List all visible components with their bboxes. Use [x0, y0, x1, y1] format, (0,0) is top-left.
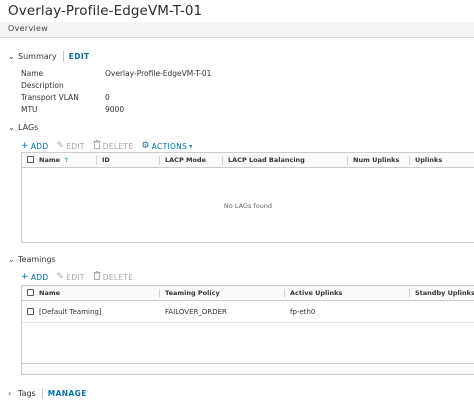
chevron-right-icon[interactable]: › — [8, 389, 18, 398]
sort-up-icon[interactable]: ↑ — [64, 157, 69, 164]
cell-active-uplinks: fp-eth0 — [290, 308, 316, 316]
select-all-checkbox[interactable] — [27, 156, 34, 163]
column-separator[interactable] — [347, 156, 348, 165]
add-label: ADD — [30, 141, 49, 151]
column-separator[interactable] — [409, 289, 410, 298]
field-value: Overlay-Profile-EdgeVM-T-01 — [105, 69, 212, 78]
grid-header: Name ↑ ID LACP Mode LACP Load Balancing N… — [22, 153, 474, 168]
column-header-teaming-policy[interactable]: Teaming Policy — [165, 286, 220, 301]
lags-actions-button[interactable]: ⚙ ACTIONS ▾ — [141, 140, 193, 151]
trash-icon — [93, 140, 101, 152]
field-value: 9000 — [105, 105, 125, 114]
empty-state: No LAGs found — [223, 202, 273, 210]
pencil-icon: ✎ — [56, 271, 65, 282]
column-header-active-uplinks[interactable]: Active Uplinks — [290, 286, 342, 301]
delete-label: DELETE — [102, 272, 134, 282]
teamings-title: Teamings — [18, 254, 56, 264]
edit-label: EDIT — [66, 141, 85, 151]
tab-overview[interactable]: Overview — [8, 24, 48, 33]
column-header-id[interactable]: ID — [102, 153, 110, 168]
tab-bar: Overview — [0, 22, 474, 38]
teamings-section-header: ⌄ Teamings — [8, 252, 56, 266]
cell-name: [Default Teaming] — [39, 308, 102, 316]
chevron-down-icon[interactable]: ⌄ — [8, 255, 18, 264]
table-row[interactable]: [Default Teaming] FAILOVER_ORDER fp-eth0 — [22, 301, 474, 323]
field-value: 0 — [105, 93, 110, 102]
grid-footer — [22, 363, 474, 374]
divider — [62, 50, 64, 62]
grid-header: Name Teaming Policy Active Uplinks Stand… — [22, 286, 474, 301]
field-label: Transport VLAN — [21, 93, 79, 102]
teamings-toolbar: + ADD ✎ EDIT DELETE — [21, 271, 133, 283]
tags-manage-button[interactable]: MANAGE — [48, 389, 87, 398]
lags-edit-button[interactable]: ✎ EDIT — [56, 140, 85, 151]
summary-title: Summary — [18, 51, 57, 61]
summary-edit-button[interactable]: EDIT — [69, 52, 90, 61]
plus-icon: + — [21, 271, 29, 282]
column-separator[interactable] — [409, 156, 410, 165]
lags-section-header: ⌄ LAGs — [8, 120, 38, 134]
add-label: ADD — [30, 272, 49, 282]
teamings-grid: Name Teaming Policy Active Uplinks Stand… — [21, 285, 474, 375]
gear-icon: ⚙ — [141, 140, 150, 151]
caret-down-icon: ▾ — [189, 142, 193, 150]
column-header-lacp-mode[interactable]: LACP Mode — [165, 153, 206, 168]
trash-icon — [93, 271, 101, 283]
delete-label: DELETE — [102, 141, 134, 151]
column-separator[interactable] — [284, 289, 285, 298]
divider — [41, 387, 43, 399]
lags-delete-button[interactable]: DELETE — [93, 140, 134, 152]
column-separator[interactable] — [159, 156, 160, 165]
plus-icon: + — [21, 140, 29, 151]
pencil-icon: ✎ — [56, 140, 65, 151]
lags-add-button[interactable]: + ADD — [21, 140, 49, 151]
field-label: Name — [21, 69, 44, 78]
teamings-delete-button[interactable]: DELETE — [93, 271, 134, 283]
column-separator[interactable] — [159, 289, 160, 298]
summary-section-header: ⌄ Summary EDIT — [8, 49, 90, 63]
chevron-down-icon[interactable]: ⌄ — [8, 52, 18, 61]
page-title: Overlay-Profile-EdgeVM-T-01 — [8, 3, 203, 19]
column-header-name[interactable]: Name ↑ — [39, 153, 69, 168]
edit-label: EDIT — [66, 272, 85, 282]
field-mtu: MTU 9000 — [21, 105, 124, 114]
select-all-checkbox[interactable] — [27, 289, 34, 296]
column-separator[interactable] — [96, 156, 97, 165]
column-header-lacp-load-balancing[interactable]: LACP Load Balancing — [228, 153, 305, 168]
lags-grid: Name ↑ ID LACP Mode LACP Load Balancing N… — [21, 152, 474, 243]
teamings-edit-button[interactable]: ✎ EDIT — [56, 271, 85, 282]
chevron-down-icon[interactable]: ⌄ — [8, 123, 18, 132]
field-label: MTU — [21, 105, 38, 114]
field-description: Description — [21, 81, 64, 90]
column-header-standby-uplinks[interactable]: Standby Uplinks — [415, 286, 474, 301]
teamings-add-button[interactable]: + ADD — [21, 271, 49, 282]
cell-teaming-policy: FAILOVER_ORDER — [165, 308, 227, 316]
field-label: Description — [21, 81, 64, 90]
lags-title: LAGs — [18, 122, 39, 132]
column-separator[interactable] — [222, 156, 223, 165]
actions-label: ACTIONS — [151, 141, 188, 151]
column-header-uplinks[interactable]: Uplinks — [415, 153, 442, 168]
column-header-name[interactable]: Name — [39, 286, 60, 301]
lags-toolbar: + ADD ✎ EDIT DELETE ⚙ ACTIONS ▾ — [21, 140, 192, 152]
column-header-num-uplinks[interactable]: Num Uplinks — [353, 153, 399, 168]
field-transport-vlan: Transport VLAN 0 — [21, 93, 110, 102]
tags-section-header: › Tags MANAGE — [8, 386, 87, 400]
tags-title: Tags — [18, 388, 36, 398]
field-name: Name Overlay-Profile-EdgeVM-T-01 — [21, 69, 211, 78]
row-checkbox[interactable] — [27, 308, 34, 315]
